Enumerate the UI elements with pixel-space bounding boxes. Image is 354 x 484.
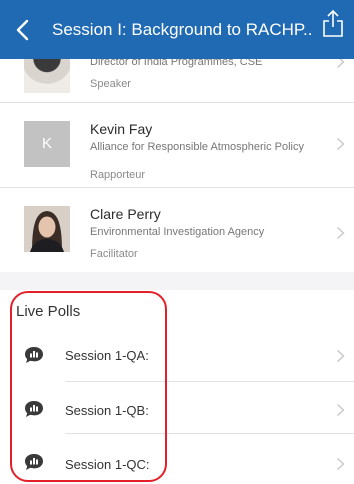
speaker-photo: [24, 59, 70, 93]
chevron-right-icon: [337, 226, 345, 240]
speaker-name: Kevin Fay: [90, 121, 153, 137]
poll-item-session-1-qc[interactable]: Session 1-QC:: [0, 434, 354, 484]
poll-label: Session 1-QB:: [65, 403, 149, 418]
speaker-role: Rapporteur: [90, 169, 146, 181]
share-icon[interactable]: [322, 9, 344, 37]
avatar: K: [24, 121, 70, 167]
speaker-row-kevin-fay[interactable]: K Kevin Fay Alliance for Responsible Atm…: [0, 103, 354, 187]
speaker-row[interactable]: Director of India Programmes, CSE Speake…: [0, 59, 354, 102]
avatar: [24, 206, 70, 252]
navigation-bar: Session I: Background to RACHP...: [0, 0, 354, 59]
speaker-name: Clare Perry: [90, 206, 161, 222]
poll-chat-icon: [25, 347, 43, 363]
speaker-organization: Environmental Investigation Agency: [90, 226, 265, 238]
chevron-right-icon: [337, 403, 345, 417]
section-gap: [0, 272, 354, 290]
back-chevron-icon[interactable]: [14, 18, 32, 42]
poll-item-session-1-qa[interactable]: Session 1-QA:: [0, 330, 354, 381]
poll-label: Session 1-QC:: [65, 457, 150, 472]
chevron-right-icon: [337, 137, 345, 151]
speaker-organization: Director of India Programmes, CSE: [90, 59, 263, 68]
speaker-role: Facilitator: [90, 248, 138, 260]
live-polls-heading: Live Polls: [16, 303, 81, 320]
speaker-row-clare-perry[interactable]: Clare Perry Environmental Investigation …: [0, 188, 354, 272]
poll-item-session-1-qb[interactable]: Session 1-QB:: [0, 382, 354, 433]
speaker-role: Speaker: [90, 78, 131, 90]
poll-label: Session 1-QA:: [65, 348, 149, 363]
chevron-right-icon: [337, 349, 345, 363]
poll-chat-icon: [25, 454, 43, 470]
chevron-right-icon: [337, 59, 345, 69]
page-title: Session I: Background to RACHP...: [52, 20, 312, 39]
chevron-right-icon: [337, 457, 345, 471]
speaker-organization: Alliance for Responsible Atmospheric Pol…: [90, 141, 304, 153]
poll-chat-icon: [25, 401, 43, 417]
